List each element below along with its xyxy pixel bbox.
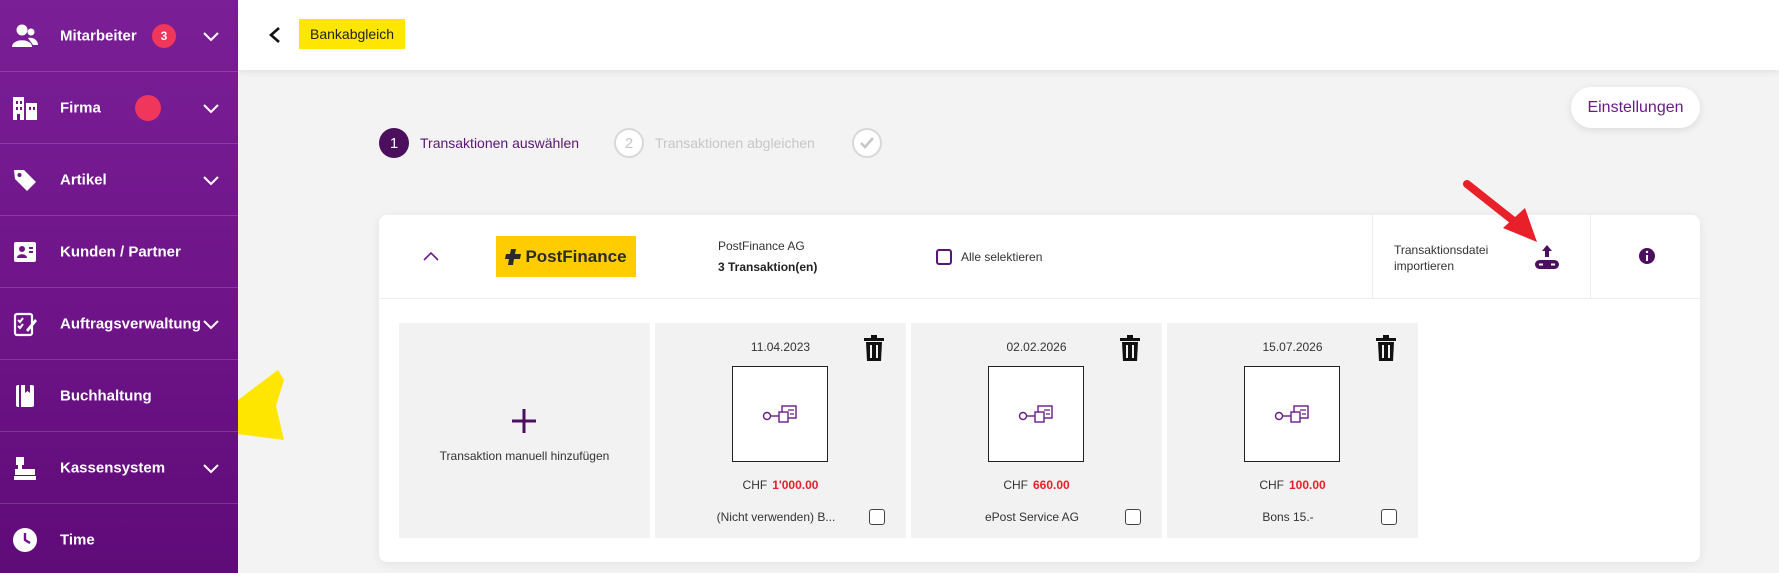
transaction-checkbox[interactable] — [1125, 509, 1141, 525]
transaction-amount: CHF 1'000.00 — [655, 478, 906, 492]
chevron-down-icon[interactable] — [202, 27, 220, 45]
sidebar-item-label: Auftragsverwaltung — [60, 315, 201, 332]
step-label: Transaktionen abgleichen — [655, 135, 815, 151]
add-transaction-tile[interactable]: Transaktion manuell hinzufügen — [399, 323, 650, 538]
postfinance-plus-icon — [505, 248, 522, 265]
sidebar-item-kunden-partner[interactable]: Kunden / Partner — [0, 216, 238, 288]
add-transaction-label: Transaktion manuell hinzufügen — [439, 449, 610, 463]
sidebar-item-label: Mitarbeiter — [60, 27, 137, 44]
sidebar-item-label: Kassensystem — [60, 459, 166, 476]
bank-account-card: PostFinance PostFinance AG 3 Transaktion… — [379, 215, 1700, 562]
sidebar-item-label: Buchhaltung — [60, 387, 152, 404]
chevron-left-icon — [269, 27, 280, 43]
document-thumbnail[interactable] — [732, 366, 828, 462]
upload-icon[interactable] — [1534, 243, 1560, 271]
settings-button[interactable]: Einstellungen — [1571, 87, 1700, 128]
info-icon[interactable] — [1638, 247, 1656, 265]
document-thumbnail[interactable] — [1244, 366, 1340, 462]
checkbox[interactable] — [936, 249, 952, 265]
currency: CHF — [742, 478, 768, 492]
transaction-tile[interactable]: 02.02.2026 CHF 660.00 ePost Service AG — [911, 323, 1162, 538]
currency: CHF — [1259, 478, 1284, 492]
clipboard-icon — [11, 310, 39, 338]
sidebar-item-label: Artikel — [60, 171, 107, 188]
back-button[interactable] — [262, 22, 288, 48]
chevron-down-icon[interactable] — [202, 315, 220, 333]
sidebar-item-label: Kunden / Partner — [60, 243, 181, 260]
highlight-marker — [238, 370, 284, 440]
trash-icon[interactable] — [1375, 335, 1397, 361]
sidebar: Mitarbeiter 3 Firma Artikel Kunden / Par… — [0, 0, 238, 573]
sidebar-item-kassensystem[interactable]: Kassensystem — [0, 432, 238, 504]
sidebar-item-firma[interactable]: Firma — [0, 72, 238, 144]
document-thumbnail[interactable] — [988, 366, 1084, 462]
amount-value: 1'000.00 — [772, 478, 819, 492]
postfinance-logo: PostFinance — [496, 236, 636, 277]
chevron-up-icon[interactable] — [420, 245, 442, 267]
sidebar-item-label: Firma — [60, 99, 101, 116]
chevron-down-icon[interactable] — [202, 99, 220, 117]
amount-value: 100.00 — [1288, 478, 1326, 492]
trash-icon[interactable] — [863, 335, 885, 361]
currency: CHF — [1003, 478, 1028, 492]
transaction-count: 3 Transaktion(en) — [718, 260, 818, 274]
step-label: Transaktionen auswählen — [420, 135, 580, 151]
users-icon — [11, 22, 39, 50]
transaction-amount: CHF 660.00 — [911, 478, 1162, 492]
sidebar-item-auftragsverwaltung[interactable]: Auftragsverwaltung — [0, 288, 238, 360]
trash-icon[interactable] — [1119, 335, 1141, 361]
chevron-down-icon[interactable] — [202, 171, 220, 189]
document-link-icon — [762, 405, 797, 423]
transaction-description: ePost Service AG — [984, 510, 1080, 524]
clock-icon — [11, 526, 39, 554]
divider — [1372, 215, 1373, 299]
building-icon — [11, 94, 39, 122]
tag-icon — [11, 166, 39, 194]
check-icon — [852, 128, 882, 158]
ledger-book-icon — [11, 382, 39, 410]
sidebar-item-label: Time — [60, 531, 95, 549]
bank-name: PostFinance AG — [718, 239, 805, 253]
transaction-tile[interactable]: 11.04.2023 CHF 1'000.00 (Nicht verwenden)… — [655, 323, 906, 538]
select-all-checkbox[interactable]: Alle selektieren — [936, 249, 1042, 265]
transaction-checkbox[interactable] — [869, 509, 885, 525]
select-all-label: Alle selektieren — [961, 250, 1043, 264]
divider — [1590, 215, 1591, 299]
chevron-down-icon[interactable] — [202, 459, 220, 477]
sidebar-item-artikel[interactable]: Artikel — [0, 144, 238, 216]
page-title: Bankabgleich — [299, 19, 406, 49]
logo-text: PostFinance — [525, 246, 627, 266]
step-number: 1 — [379, 128, 409, 158]
status-dot — [135, 94, 161, 121]
step-2[interactable]: 2 Transaktionen abgleichen — [614, 128, 815, 158]
transaction-checkbox[interactable] — [1381, 509, 1397, 525]
step-3-complete[interactable] — [852, 128, 882, 158]
step-number: 2 — [614, 128, 644, 158]
cash-register-icon — [11, 454, 39, 482]
notification-badge: 3 — [152, 23, 176, 48]
import-label: Transaktionsdatei importieren — [1394, 243, 1489, 273]
plus-icon — [512, 409, 536, 433]
document-link-icon — [1018, 405, 1053, 423]
contact-card-icon — [11, 238, 39, 266]
transaction-description: (Nicht verwenden) B... — [716, 510, 836, 524]
sidebar-item-buchhaltung[interactable]: Buchhaltung — [0, 360, 238, 432]
sidebar-item-time[interactable]: Time — [0, 504, 238, 573]
step-1[interactable]: 1 Transaktionen auswählen — [379, 128, 579, 158]
sidebar-item-mitarbeiter[interactable]: Mitarbeiter 3 — [0, 0, 238, 72]
transaction-description: Bons 15.- — [1262, 510, 1314, 524]
transaction-tile[interactable]: 15.07.2026 CHF 100.00 Bons 15.- — [1167, 323, 1418, 538]
top-bar: Bankabgleich — [238, 0, 1779, 70]
transaction-amount: CHF 100.00 — [1167, 478, 1418, 492]
annotation-arrow — [1463, 180, 1537, 242]
amount-value: 660.00 — [1032, 478, 1070, 492]
document-link-icon — [1274, 405, 1309, 423]
